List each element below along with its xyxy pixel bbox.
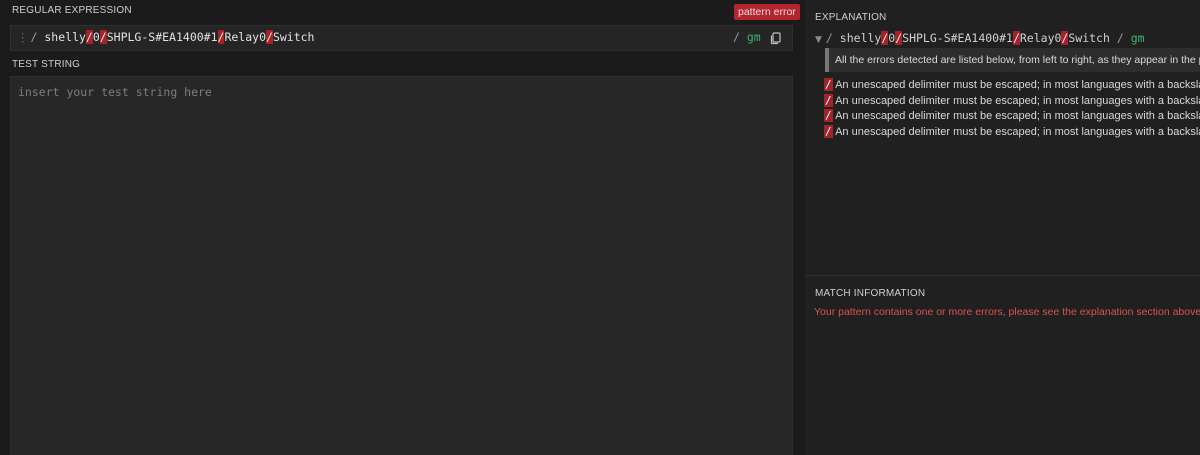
regex-text[interactable]: ⋮ / shelly/0/SHPLG-S#EA1400#1/Relay0/Swit… bbox=[17, 30, 314, 44]
error-token: / bbox=[824, 93, 833, 107]
error-token: / bbox=[824, 124, 833, 138]
error-message: An unescaped delimiter must be escaped; … bbox=[835, 94, 1200, 107]
explanation-flags: gm bbox=[1130, 31, 1145, 45]
left-panel: REGULAR EXPRESSION pattern error ⋮ / shel… bbox=[0, 0, 805, 455]
match-error-message: Your pattern contains one or more errors… bbox=[814, 306, 1200, 318]
test-string-section-title: TEST STRING bbox=[12, 59, 81, 70]
regex-input[interactable]: ⋮ / shelly/0/SHPLG-S#EA1400#1/Relay0/Swit… bbox=[10, 25, 793, 51]
explanation-note: All the errors detected are listed below… bbox=[825, 48, 1200, 72]
regex-open-delimiter: / bbox=[30, 30, 38, 44]
flags-text[interactable]: gm bbox=[747, 30, 761, 44]
error-item[interactable]: / An unescaped delimiter must be escaped… bbox=[824, 124, 1200, 141]
unescaped-delimiter: / bbox=[99, 30, 107, 44]
error-list: / An unescaped delimiter must be escaped… bbox=[824, 78, 1200, 140]
error-item[interactable]: / An unescaped delimiter must be escaped… bbox=[824, 109, 1200, 125]
pattern-part: Switch bbox=[1068, 31, 1110, 45]
section-divider bbox=[805, 275, 1200, 276]
error-item[interactable]: / An unescaped delimiter must be escaped… bbox=[824, 93, 1200, 110]
unescaped-delimiter: / bbox=[1012, 31, 1020, 45]
pattern-part: SHPLG-S#EA1400#1 bbox=[902, 31, 1013, 45]
pattern-part: Relay0 bbox=[224, 30, 266, 44]
copy-icon[interactable] bbox=[768, 30, 784, 46]
regex-section-title: REGULAR EXPRESSION bbox=[12, 5, 132, 16]
explanation-close-delimiter: / bbox=[1116, 31, 1124, 45]
pattern-part: shelly bbox=[839, 31, 882, 45]
pattern-part: 0 bbox=[92, 30, 100, 44]
error-message: An unescaped delimiter must be escaped; … bbox=[835, 110, 1200, 122]
regex-close-delimiter: / bbox=[733, 30, 740, 44]
explanation-section-title: EXPLANATION bbox=[815, 12, 887, 23]
pattern-part: Relay0 bbox=[1019, 31, 1062, 45]
regex-flags[interactable]: / gm bbox=[733, 30, 761, 44]
error-token: / bbox=[824, 78, 833, 91]
drag-handle-icon[interactable]: ⋮ bbox=[17, 30, 29, 44]
test-string-textarea[interactable]: insert your test string here bbox=[10, 76, 793, 455]
pattern-part: Switch bbox=[272, 30, 315, 44]
match-information-section-title: MATCH INFORMATION bbox=[815, 288, 926, 299]
unescaped-delimiter: / bbox=[85, 30, 93, 44]
error-message: An unescaped delimiter must be escaped; … bbox=[835, 79, 1200, 91]
error-token: / bbox=[824, 109, 833, 122]
error-message: An unescaped delimiter must be escaped; … bbox=[835, 125, 1200, 138]
test-string-placeholder: insert your test string here bbox=[18, 85, 212, 99]
pattern-error-badge: pattern error bbox=[734, 4, 800, 20]
pattern-part: SHPLG-S#EA1400#1 bbox=[106, 30, 218, 44]
triangle-down-icon[interactable]: ▼ bbox=[815, 35, 822, 45]
error-item[interactable]: / An unescaped delimiter must be escaped… bbox=[824, 78, 1200, 94]
unescaped-delimiter: / bbox=[266, 30, 273, 44]
explanation-pattern-line[interactable]: ▼ / shelly/0/SHPLG-S#EA1400#1/Relay0/Swit… bbox=[815, 31, 1145, 45]
explanation-open-delimiter: / bbox=[825, 31, 833, 45]
pattern-part: shelly bbox=[44, 30, 86, 44]
